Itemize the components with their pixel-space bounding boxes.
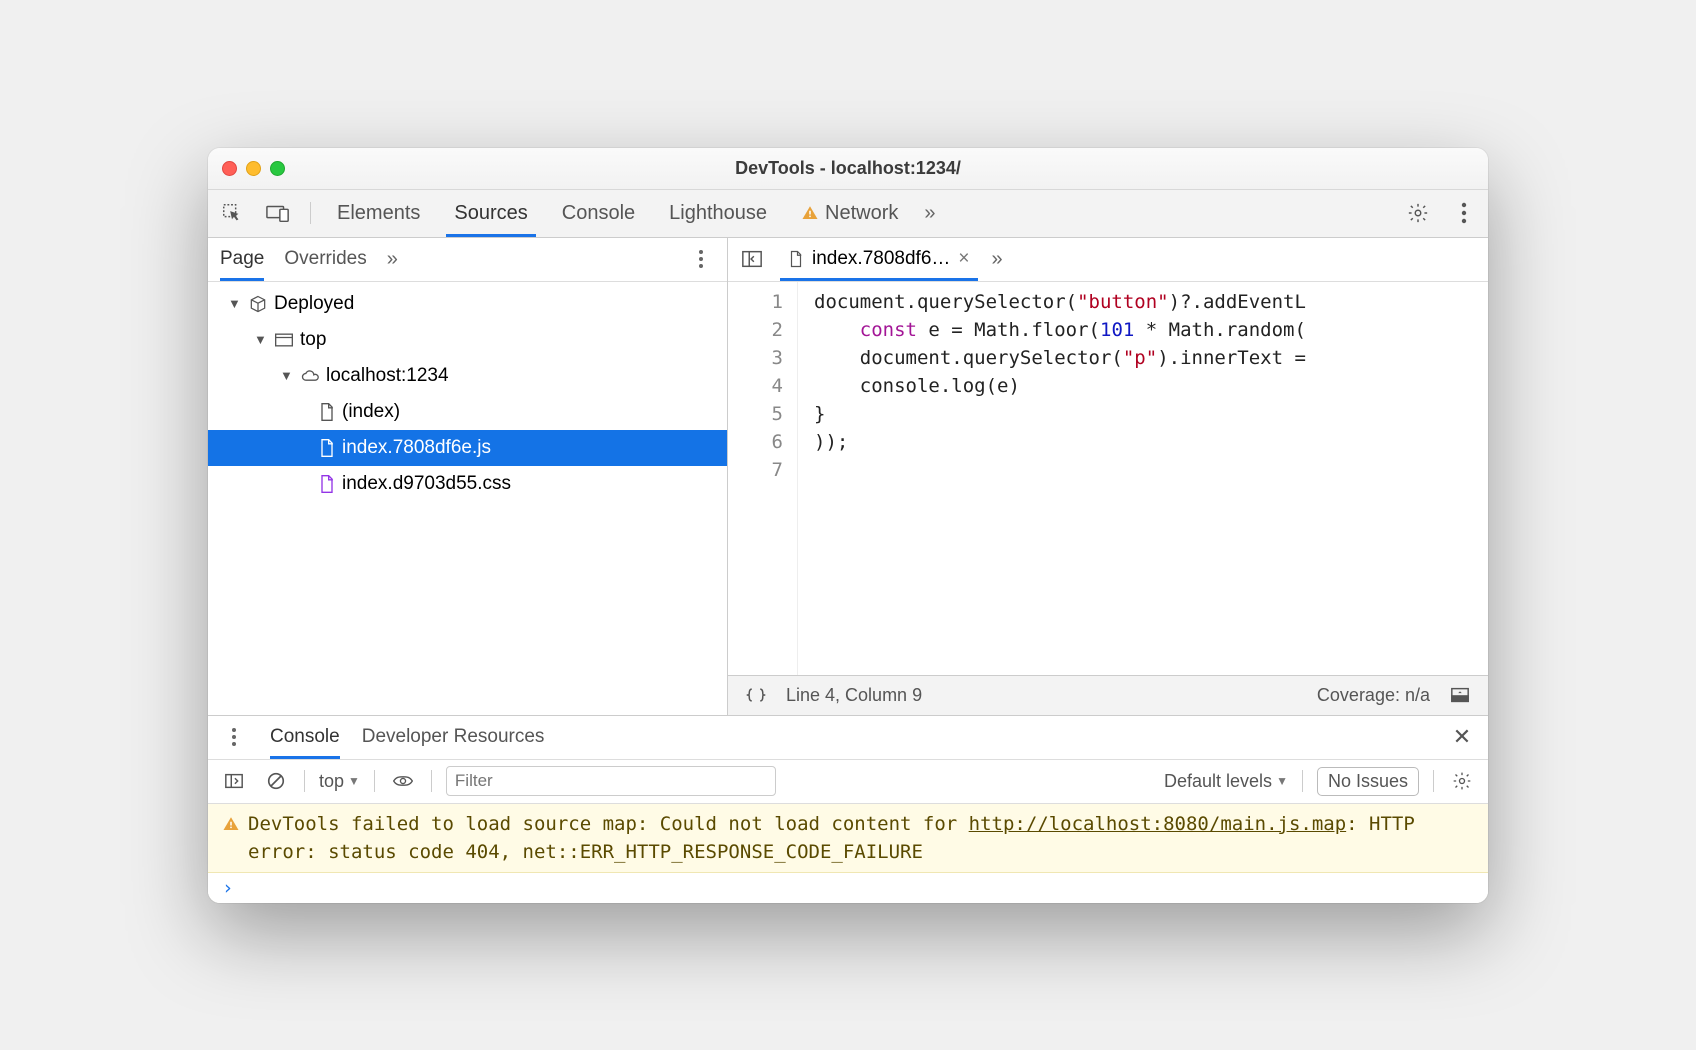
editor-tab-label: index.7808df6… — [812, 248, 950, 270]
editor-tab[interactable]: index.7808df6… × — [780, 238, 978, 281]
device-toolbar-icon[interactable] — [264, 199, 292, 227]
expand-arrow-icon: ▼ — [254, 332, 268, 347]
tree-top[interactable]: ▼ top — [208, 322, 727, 358]
tree-label: (index) — [342, 401, 400, 423]
document-icon — [318, 474, 336, 494]
tree-deployed[interactable]: ▼ Deployed — [208, 286, 727, 322]
editor-tabs: index.7808df6… × » — [728, 238, 1488, 282]
document-icon — [318, 438, 336, 458]
separator — [431, 770, 432, 792]
navigator-pane: Page Overrides » ▼ Deployed ▼ top — [208, 238, 728, 715]
main-area: Page Overrides » ▼ Deployed ▼ top — [208, 238, 1488, 715]
log-levels-selector[interactable]: Default levels ▼ — [1164, 771, 1288, 792]
tree-origin[interactable]: ▼ localhost:1234 — [208, 358, 727, 394]
tab-network[interactable]: Network — [793, 190, 906, 237]
tree-label: index.7808df6e.js — [342, 437, 491, 459]
kebab-menu-icon[interactable] — [1450, 199, 1478, 227]
console-toolbar: top ▼ Default levels ▼ No Issues — [208, 760, 1488, 804]
coverage-status: Coverage: n/a — [1317, 685, 1430, 706]
console-prompt[interactable]: › — [208, 873, 1488, 903]
issues-button[interactable]: No Issues — [1317, 767, 1419, 796]
tree-label: Deployed — [274, 293, 354, 315]
context-label: top — [319, 771, 344, 792]
levels-label: Default levels — [1164, 771, 1272, 792]
warning-prefix: DevTools failed to load source map: Coul… — [248, 813, 969, 835]
cube-icon — [248, 294, 268, 314]
pretty-print-icon[interactable] — [742, 681, 770, 709]
warning-icon — [801, 204, 819, 222]
show-drawer-icon[interactable] — [1446, 681, 1474, 709]
drawer: Console Developer Resources ✕ top ▼ — [208, 715, 1488, 903]
drawer-tabs: Console Developer Resources ✕ — [208, 716, 1488, 760]
warning-text: DevTools failed to load source map: Coul… — [248, 810, 1474, 866]
chevron-down-icon: ▼ — [1276, 774, 1288, 788]
document-icon — [318, 402, 336, 422]
console-settings-icon[interactable] — [1448, 767, 1476, 795]
toggle-navigator-icon[interactable] — [738, 245, 766, 273]
console-output: DevTools failed to load source map: Coul… — [208, 804, 1488, 903]
editor-more-tabs-icon[interactable]: » — [992, 248, 999, 271]
clear-console-icon[interactable] — [262, 767, 290, 795]
separator — [1433, 770, 1434, 792]
tab-lighthouse[interactable]: Lighthouse — [661, 190, 775, 237]
tree-file-js[interactable]: index.7808df6e.js — [208, 430, 727, 466]
tree-file-css[interactable]: index.d9703d55.css — [208, 466, 727, 502]
close-drawer-icon[interactable]: ✕ — [1448, 723, 1476, 751]
console-sidebar-toggle-icon[interactable] — [220, 767, 248, 795]
navigator-tab-overrides[interactable]: Overrides — [284, 238, 366, 281]
devtools-window: DevTools - localhost:1234/ Elements Sour… — [208, 148, 1488, 903]
drawer-tab-devres[interactable]: Developer Resources — [362, 716, 545, 759]
more-tabs-icon[interactable]: » — [924, 202, 931, 225]
tree-file-index[interactable]: (index) — [208, 394, 727, 430]
tab-network-label: Network — [825, 202, 898, 225]
cloud-icon — [300, 368, 320, 384]
context-selector[interactable]: top ▼ — [319, 771, 360, 792]
live-expression-icon[interactable] — [389, 767, 417, 795]
tab-console[interactable]: Console — [554, 190, 643, 237]
separator — [304, 770, 305, 792]
editor-pane: index.7808df6… × » 1234567 document.quer… — [728, 238, 1488, 715]
filter-input[interactable] — [446, 766, 776, 796]
file-tree: ▼ Deployed ▼ top ▼ localhost:1234 (index… — [208, 282, 727, 715]
separator — [310, 202, 311, 224]
expand-arrow-icon: ▼ — [280, 368, 294, 383]
settings-icon[interactable] — [1404, 199, 1432, 227]
tree-label: top — [300, 329, 326, 351]
navigator-more-tabs-icon[interactable]: » — [387, 248, 394, 271]
drawer-tab-console[interactable]: Console — [270, 716, 340, 759]
tab-sources[interactable]: Sources — [446, 190, 535, 237]
expand-arrow-icon: ▼ — [228, 296, 242, 311]
editor-statusbar: Line 4, Column 9 Coverage: n/a — [728, 675, 1488, 715]
frame-icon — [274, 332, 294, 348]
tree-label: index.d9703d55.css — [342, 473, 511, 495]
main-toolbar: Elements Sources Console Lighthouse Netw… — [208, 190, 1488, 238]
code-lines: document.querySelector("button")?.addEve… — [798, 282, 1306, 675]
drawer-menu-icon[interactable] — [220, 723, 248, 751]
warning-icon — [222, 815, 240, 833]
chevron-down-icon: ▼ — [348, 774, 360, 788]
close-tab-icon[interactable]: × — [958, 248, 969, 270]
window-title: DevTools - localhost:1234/ — [208, 158, 1488, 179]
separator — [1302, 770, 1303, 792]
tree-label: localhost:1234 — [326, 365, 449, 387]
tab-elements[interactable]: Elements — [329, 190, 428, 237]
navigator-tabs: Page Overrides » — [208, 238, 727, 282]
code-editor[interactable]: 1234567 document.querySelector("button")… — [728, 282, 1488, 675]
separator — [374, 770, 375, 792]
console-warning-row[interactable]: DevTools failed to load source map: Coul… — [208, 804, 1488, 873]
navigator-tab-page[interactable]: Page — [220, 238, 264, 281]
document-icon — [788, 250, 804, 268]
navigator-menu-icon[interactable] — [687, 245, 715, 273]
warning-link[interactable]: http://localhost:8080/main.js.map — [969, 813, 1347, 835]
inspect-element-icon[interactable] — [218, 199, 246, 227]
titlebar: DevTools - localhost:1234/ — [208, 148, 1488, 190]
line-gutter: 1234567 — [728, 282, 798, 675]
cursor-position: Line 4, Column 9 — [786, 685, 922, 706]
